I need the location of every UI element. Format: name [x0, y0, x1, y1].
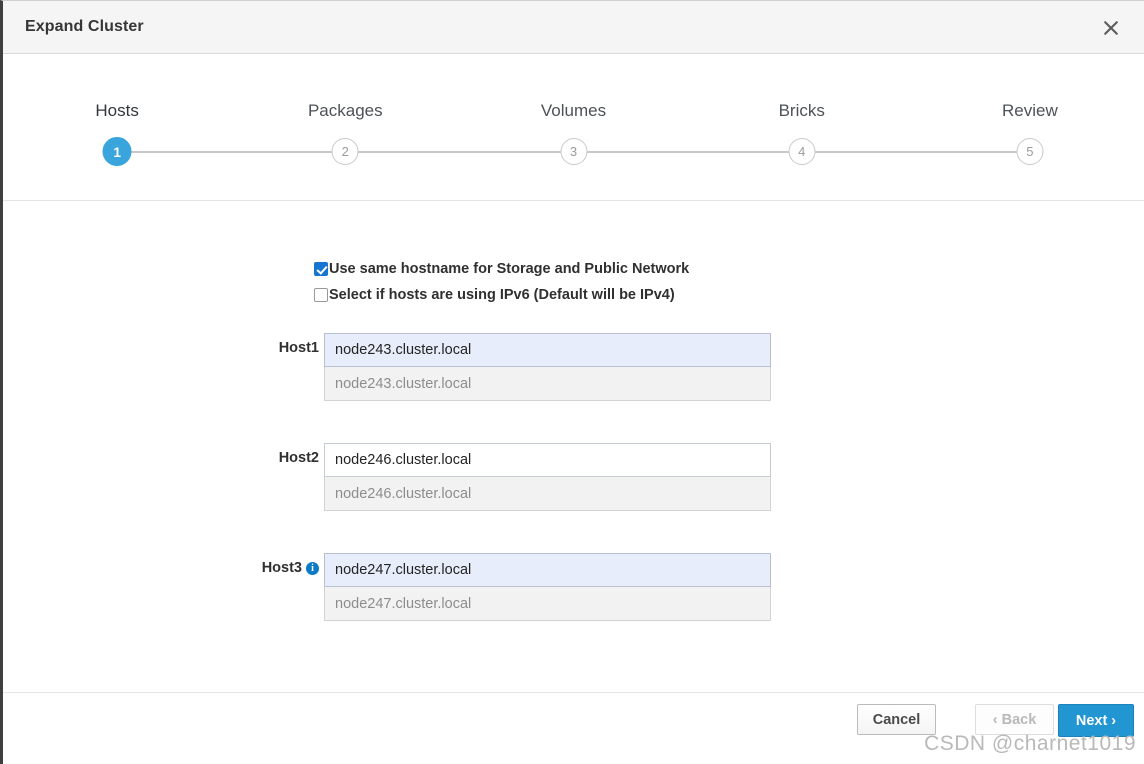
wizard-connector-line	[117, 151, 232, 153]
wizard-step-label: Review	[1002, 101, 1058, 120]
wizard-step-indicator: 4	[687, 132, 916, 172]
close-icon[interactable]	[1096, 13, 1126, 43]
dialog-footer: Cancel ‹ Back Next ›	[3, 693, 1144, 763]
host-field-stack	[324, 333, 771, 401]
dialog-body: Use same hostname for Storage and Public…	[3, 201, 1144, 693]
wizard-step-circle[interactable]: 2	[331, 138, 359, 165]
wizard-step-label: Bricks	[778, 101, 825, 120]
wizard-step-indicator: 2	[231, 132, 460, 172]
wizard-step-label: Packages	[307, 101, 383, 120]
host-label: Host3 i	[133, 560, 319, 576]
wizard-step-circle[interactable]: 1	[102, 137, 132, 166]
wizard-step-circle[interactable]: 5	[1016, 138, 1044, 165]
host-label: Host2	[133, 450, 319, 466]
wizard-connector-line	[459, 151, 574, 153]
wizard-connector-line	[573, 151, 688, 153]
wizard-step-label: Hosts	[95, 101, 139, 120]
storage-hostname-input[interactable]	[324, 553, 771, 587]
wizard-step-packages[interactable]: Packages 2	[231, 54, 460, 172]
host-label: Host1	[133, 340, 319, 356]
expand-cluster-dialog: Expand Cluster Hosts 1 Packages 2 Volumes 3 Br…	[0, 0, 1144, 764]
wizard-connector-line	[801, 151, 916, 153]
wizard-connector-line	[345, 151, 460, 153]
host-row-2: Host2	[3, 439, 1144, 549]
wizard-step-hosts[interactable]: Hosts 1	[3, 54, 232, 172]
checkbox-label: Select if hosts are using IPv6 (Default …	[329, 287, 675, 303]
wizard-step-circle[interactable]: 4	[788, 138, 816, 165]
wizard-connector-line	[231, 151, 346, 153]
wizard-connector-line	[915, 151, 1030, 153]
storage-hostname-input[interactable]	[324, 333, 771, 367]
public-hostname-input[interactable]	[324, 587, 771, 621]
wizard-step-circle[interactable]: 3	[560, 138, 587, 165]
dialog-header: Expand Cluster	[3, 1, 1144, 54]
host-row-3: Host3 i	[3, 549, 1144, 659]
host-row-1: Host1	[3, 329, 1144, 439]
host-label-text: Host2	[278, 450, 319, 466]
next-button[interactable]: Next ›	[1058, 704, 1134, 737]
wizard-step-indicator: 3	[459, 132, 688, 172]
option-row-1[interactable]: Select if hosts are using IPv6 (Default …	[314, 285, 689, 305]
page-title: Expand Cluster	[25, 18, 144, 35]
wizard-step-indicator: 5	[915, 132, 1144, 172]
storage-hostname-input[interactable]	[324, 443, 771, 477]
info-icon[interactable]: i	[306, 562, 319, 575]
wizard-step-indicator: 1	[3, 132, 232, 172]
back-button[interactable]: ‹ Back	[975, 704, 1054, 735]
host-list: Host1 Host2 Host3 i	[3, 329, 1144, 659]
public-hostname-input[interactable]	[324, 477, 771, 511]
host-label-text: Host3	[261, 560, 302, 576]
host-field-stack	[324, 553, 771, 621]
checkbox-label: Use same hostname for Storage and Public…	[329, 261, 690, 277]
checkbox-1[interactable]	[314, 288, 328, 302]
checkbox-0[interactable]	[314, 262, 328, 276]
host-field-stack	[324, 443, 771, 511]
options-group: Use same hostname for Storage and Public…	[314, 259, 689, 311]
host-label-text: Host1	[278, 340, 319, 356]
wizard-step-review[interactable]: Review 5	[915, 54, 1144, 172]
cancel-button[interactable]: Cancel	[857, 704, 936, 735]
wizard-step-volumes[interactable]: Volumes 3	[459, 54, 688, 172]
wizard-steps: Hosts 1 Packages 2 Volumes 3 Bricks 4 Review 5	[3, 54, 1144, 201]
option-row-0[interactable]: Use same hostname for Storage and Public…	[314, 259, 689, 279]
wizard-step-bricks[interactable]: Bricks 4	[687, 54, 916, 172]
wizard-connector-line	[687, 151, 802, 153]
wizard-step-label: Volumes	[540, 101, 607, 120]
public-hostname-input[interactable]	[324, 367, 771, 401]
